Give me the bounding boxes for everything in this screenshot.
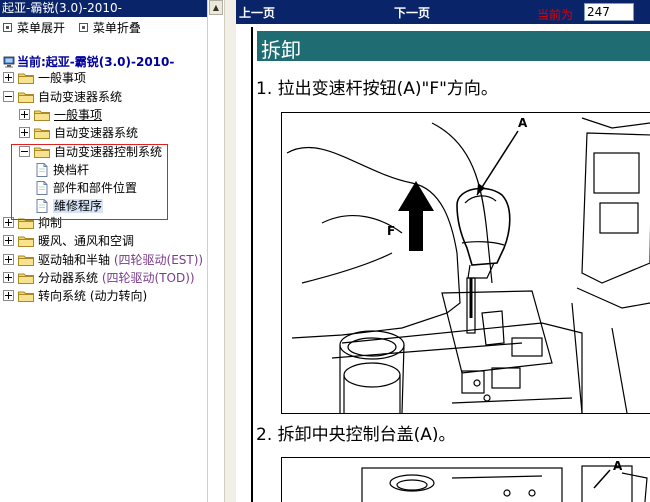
tree-item[interactable]: 暖风、通风和空调	[3, 232, 134, 250]
pane-gutter	[207, 0, 225, 502]
expand-node-icon[interactable]	[19, 127, 30, 138]
tree-item[interactable]: 驱动轴和半轴 (四轮驱动(EST))	[3, 251, 203, 269]
expand-node-icon[interactable]	[3, 235, 14, 246]
prev-page-link[interactable]: 上一页	[239, 4, 275, 21]
tree-item[interactable]: 自动变速器系统	[3, 88, 122, 106]
page-nav-bar: 上一页 下一页 当前为	[236, 0, 650, 24]
tree-item[interactable]: 一般事项	[3, 69, 86, 87]
folder-icon	[18, 73, 34, 84]
expand-node-icon[interactable]	[3, 290, 14, 301]
highlight-box	[11, 144, 168, 220]
document-pane: 上一页 下一页 当前为 拆卸 1. 拉出变速杆按钮(A)"F"方向。	[236, 0, 650, 502]
folder-icon	[18, 291, 34, 302]
tree-item-label: 驱动轴和半轴 (四轮驱动(EST))	[38, 253, 204, 267]
left-pane-title: 起亚-霸锐(3.0)-2010-	[0, 0, 207, 17]
collapse-icon	[78, 23, 88, 32]
tree-item-label: 暖风、通风和空调	[38, 234, 135, 248]
tree-item-label: 分动器系统 (四轮驱动(TOD))	[38, 271, 195, 285]
folder-icon	[18, 92, 34, 103]
step-1-text: 1. 拉出变速杆按钮(A)"F"方向。	[256, 79, 498, 99]
step-2-text: 2. 拆卸中央控制台盖(A)。	[256, 425, 456, 445]
scroll-up-button[interactable]: ▲	[209, 0, 223, 15]
folder-icon	[18, 236, 34, 247]
tree-item-label: 自动变速器系统	[38, 90, 123, 104]
expand-node-icon[interactable]	[3, 254, 14, 265]
document-content: 拆卸 1. 拉出变速杆按钮(A)"F"方向。 A F 2. 拆卸中央控制台盖(A…	[251, 27, 650, 502]
current-node[interactable]: 当前:起亚-霸锐(3.0)-2010-	[3, 53, 174, 70]
console-cover-figure: A	[281, 457, 650, 502]
left-tree-pane: 起亚-霸锐(3.0)-2010- 菜单展开 菜单折叠 当前:起亚-霸锐(3.0)…	[0, 0, 207, 502]
collapse-node-icon[interactable]	[3, 91, 14, 102]
fig1-label-f: F	[387, 224, 395, 238]
folder-icon	[18, 255, 34, 266]
tree-item-label: 一般事项	[38, 71, 87, 85]
tree-item-label: 一般事项	[54, 108, 103, 122]
section-header: 拆卸	[257, 31, 650, 62]
fig2-label-a: A	[613, 459, 623, 473]
expand-node-icon[interactable]	[19, 109, 30, 120]
fig1-label-a: A	[518, 116, 528, 130]
tree-item-label: 自动变速器系统	[54, 126, 139, 140]
menu-toolbar: 菜单展开 菜单折叠	[0, 17, 207, 39]
shift-lever-drawing: A F	[286, 116, 650, 414]
folder-icon	[34, 110, 50, 121]
folder-icon	[34, 128, 50, 139]
expand-menu-button[interactable]: 菜单展开	[3, 21, 65, 35]
tree-item[interactable]: 自动变速器系统	[19, 124, 138, 142]
folder-icon	[18, 273, 34, 284]
tree-item[interactable]: 一般事项	[19, 106, 102, 124]
next-page-link[interactable]: 下一页	[394, 4, 430, 21]
tree-item-label: 转向系统 (动力转向)	[38, 289, 148, 303]
computer-icon	[3, 56, 15, 67]
shift-lever-figure: A F	[281, 112, 650, 414]
console-cover-drawing: A	[361, 459, 648, 502]
current-page-label: 当前为	[537, 8, 574, 22]
expand-node-icon[interactable]	[3, 272, 14, 283]
collapse-menu-button[interactable]: 菜单折叠	[78, 21, 141, 35]
page-number-input[interactable]	[584, 3, 634, 21]
section-title: 拆卸	[261, 38, 301, 62]
tree-item[interactable]: 分动器系统 (四轮驱动(TOD))	[3, 269, 195, 287]
expand-icon	[3, 23, 12, 32]
expand-node-icon[interactable]	[3, 72, 14, 83]
tree-item[interactable]: 转向系统 (动力转向)	[3, 287, 147, 305]
